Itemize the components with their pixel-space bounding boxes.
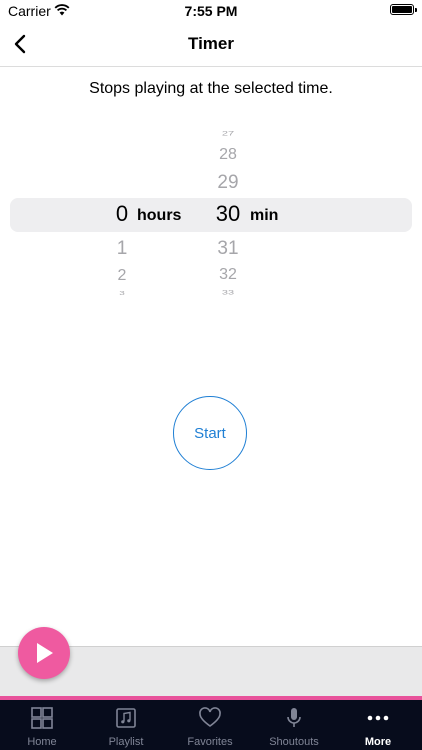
start-button-label: Start bbox=[194, 424, 226, 442]
minutes-option[interactable]: 29 bbox=[208, 172, 248, 194]
heart-icon bbox=[199, 707, 221, 727]
hours-unit-label: hours bbox=[137, 207, 182, 224]
hours-option[interactable]: 1 bbox=[104, 238, 140, 260]
tab-shoutouts[interactable]: Shoutouts bbox=[252, 700, 336, 750]
tab-shoutouts-label: Shoutouts bbox=[269, 736, 319, 748]
status-bar: Carrier 7:55 PM bbox=[0, 0, 422, 24]
tab-playlist-label: Playlist bbox=[108, 736, 144, 748]
tab-favorites-label: Favorites bbox=[187, 736, 233, 748]
tab-favorites[interactable]: Favorites bbox=[168, 700, 252, 750]
timer-description: Stops playing at the selected time. bbox=[89, 80, 333, 97]
tab-playlist[interactable]: Playlist bbox=[84, 700, 168, 750]
minutes-wheel[interactable]: 27 28 29 30 31 32 33 bbox=[208, 128, 248, 300]
tab-home[interactable]: Home bbox=[0, 700, 84, 750]
start-button[interactable]: Start bbox=[173, 396, 247, 470]
time-picker[interactable]: 0 1 2 3 27 28 29 30 31 32 33 hours min bbox=[0, 128, 422, 300]
minutes-option[interactable]: 33 bbox=[208, 290, 248, 297]
tab-bar: Home Playlist Favorites Shoutouts More bbox=[0, 700, 422, 750]
tab-more[interactable]: More bbox=[336, 700, 420, 750]
microphone-icon bbox=[287, 708, 301, 727]
minutes-option[interactable]: 28 bbox=[208, 146, 248, 164]
more-dots-icon bbox=[367, 715, 389, 721]
battery-icon bbox=[390, 4, 417, 15]
hours-wheel[interactable]: 0 1 2 3 bbox=[104, 128, 140, 300]
navigation-bar: Timer bbox=[0, 24, 422, 67]
play-icon bbox=[37, 643, 53, 663]
minutes-unit-label: min bbox=[250, 207, 279, 224]
playlist-icon bbox=[116, 708, 136, 728]
hours-selected-value: 0 bbox=[115, 201, 129, 226]
play-button[interactable] bbox=[18, 627, 70, 679]
hours-option[interactable]: 3 bbox=[104, 290, 140, 296]
status-time: 7:55 PM bbox=[184, 3, 238, 19]
hours-option[interactable]: 2 bbox=[104, 267, 140, 285]
tab-home-label: Home bbox=[27, 736, 57, 748]
home-grid-icon bbox=[31, 707, 53, 729]
tab-more-label: More bbox=[364, 736, 392, 748]
page-title: Timer bbox=[188, 34, 234, 53]
minutes-selected-value: 30 bbox=[215, 201, 241, 226]
minutes-option[interactable]: 27 bbox=[208, 131, 248, 138]
minutes-option[interactable]: 31 bbox=[208, 238, 248, 260]
minutes-option[interactable]: 32 bbox=[208, 266, 248, 284]
